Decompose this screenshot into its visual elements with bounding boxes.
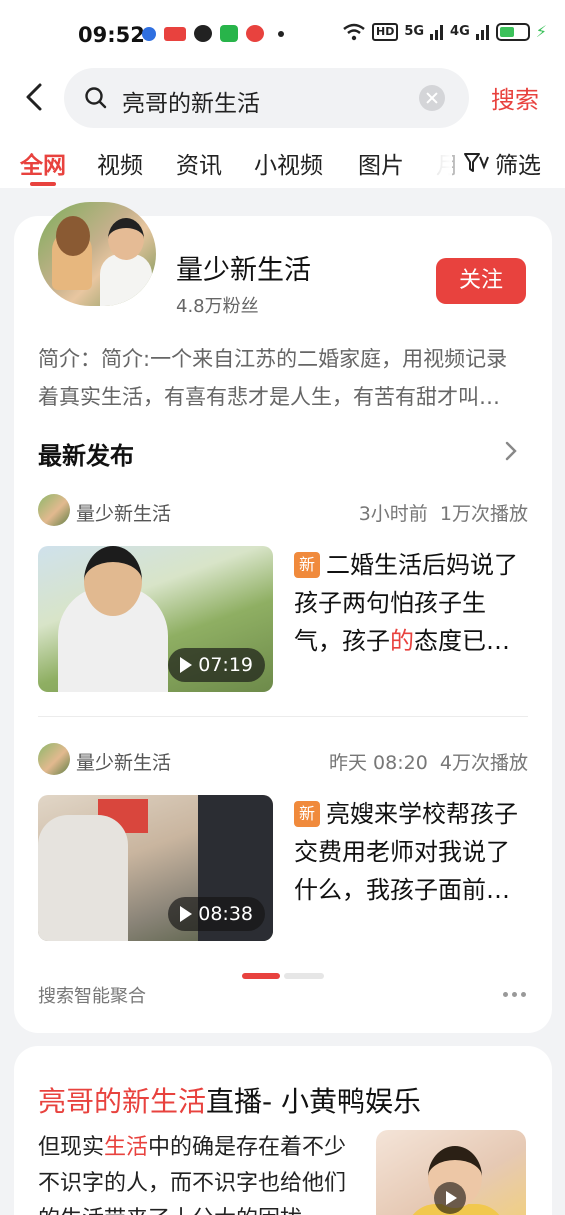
account-avatar[interactable] [38,202,156,306]
title-text: 亮嫂来学校帮孩子交费用老师对我说了什么，我孩子面前… [294,800,518,904]
paw-icon [142,26,156,41]
post-author: 量少新生活 [76,752,172,774]
tab-active-indicator [30,182,56,186]
title-text-end: 态度已… [414,627,510,655]
duration-text: 07:19 [198,654,253,676]
latest-title: 最新发布 [38,442,134,470]
aggregate-label: 搜索智能聚合 [38,986,146,1007]
author-avatar [38,743,70,775]
search-button[interactable]: 搜索 [491,80,539,115]
wechat-icon [194,25,212,42]
play-icon [180,906,193,922]
signal-4g-icon: 4G [450,24,470,39]
more-icon[interactable] [503,992,526,997]
result-thumbnail[interactable] [376,1130,526,1215]
battery-icon [495,22,530,41]
video-duration: 07:19 [168,648,265,682]
category-tabs: 全网 视频 资讯 小视频 图片 月 筛选 [0,132,565,188]
charging-icon: ⚡ [535,22,547,41]
more-notifications-icon [278,30,284,37]
news-app-icon [164,26,186,41]
post-time: 3小时前 [358,503,428,525]
filter-button[interactable]: 筛选 [459,146,541,180]
video-duration: 08:38 [168,897,265,931]
video-thumbnail[interactable]: 08:38 [38,795,273,941]
status-bar: 09:52 HD 5G 4G ⚡ [0,0,565,62]
tab-fade [412,142,452,182]
chevron-right-icon[interactable] [500,440,522,462]
post-header: 量少新生活 3小时前 1万次播放 [38,494,528,530]
intro-line-2: 着真实生活，有喜有悲才是人生，有苦有甜才叫… [38,385,500,409]
record-icon [246,25,264,42]
tab-all[interactable]: 全网 [20,146,66,180]
title-highlight: 亮哥的新生活 [38,1085,207,1118]
search-query: 亮哥的新生活 [122,91,260,117]
tab-video[interactable]: 视频 [97,146,143,180]
hd-badge: HD [371,22,399,41]
title-text: 直播- 小黄鸭娱乐 [206,1085,422,1118]
phone-icon [220,25,238,42]
play-icon [434,1182,466,1214]
post-meta: 昨天 08:20 4万次播放 [329,748,528,775]
account-name[interactable]: 量少新生活 [176,248,311,287]
post-title[interactable]: 新二婚生活后妈说了孩子两句怕孩子生气，孩子的态度已… [294,546,530,660]
duration-text: 08:38 [198,903,253,925]
carousel-indicator [242,973,324,979]
title-highlight: 的 [390,627,414,655]
post-title[interactable]: 新亮嫂来学校帮孩子交费用老师对我说了什么，我孩子面前… [294,795,530,909]
tab-short-video[interactable]: 小视频 [254,146,323,180]
search-header: 亮哥的新生活 搜索 [0,62,565,132]
snippet-text: 但现实 [38,1135,105,1160]
status-right: HD 5G 4G ⚡ [342,22,547,41]
filter-icon [464,153,489,172]
new-badge: 新 [294,801,320,827]
signal-bars-2-icon [475,24,489,40]
account-card: 量少新生活 4.8万粉丝 关注 简介：简介:一个来自江苏的二婚家庭，用视频记录 … [14,202,552,1033]
status-time: 09:52 [78,23,145,47]
result-card[interactable]: 亮哥的新生活直播- 小黄鸭娱乐 但现实生活中的确是存在着不少不识字的人，而不识字… [14,1046,552,1215]
post-plays: 1万次播放 [439,503,528,525]
account-fans: 4.8万粉丝 [176,296,259,317]
wifi-icon [343,23,365,40]
post-header: 量少新生活 昨天 08:20 4万次播放 [38,743,528,779]
post-time: 昨天 08:20 [329,752,428,774]
new-badge: 新 [294,552,320,578]
signal-bars-icon [430,24,444,40]
post-plays: 4万次播放 [439,752,528,774]
divider [38,716,528,717]
video-thumbnail[interactable]: 07:19 [38,546,273,692]
follow-button[interactable]: 关注 [436,258,526,304]
clear-icon[interactable] [419,85,445,111]
post-meta: 3小时前 1万次播放 [359,499,528,526]
intro-line-1: 简介：简介:一个来自江苏的二婚家庭，用视频记录 [38,347,508,371]
snippet-highlight: 生活 [104,1135,149,1160]
signal-5g-icon: 5G [404,24,425,39]
author-avatar [38,494,70,526]
back-icon[interactable] [20,82,50,112]
account-intro[interactable]: 简介：简介:一个来自江苏的二婚家庭，用视频记录 着真实生活，有喜有悲才是人生，有… [38,340,532,416]
tab-news[interactable]: 资讯 [176,146,222,180]
result-snippet: 但现实生活中的确是存在着不少不识字的人，而不识字也给他们的生活带来了十分大的困扰 [38,1130,358,1215]
search-input[interactable]: 亮哥的新生活 [64,68,469,128]
post-author: 量少新生活 [76,503,172,525]
search-icon [85,87,107,109]
filter-label: 筛选 [495,153,541,179]
notification-icons [142,25,284,42]
tab-images[interactable]: 图片 [358,146,404,180]
play-icon [180,657,193,673]
result-title[interactable]: 亮哥的新生活直播- 小黄鸭娱乐 [38,1080,421,1120]
